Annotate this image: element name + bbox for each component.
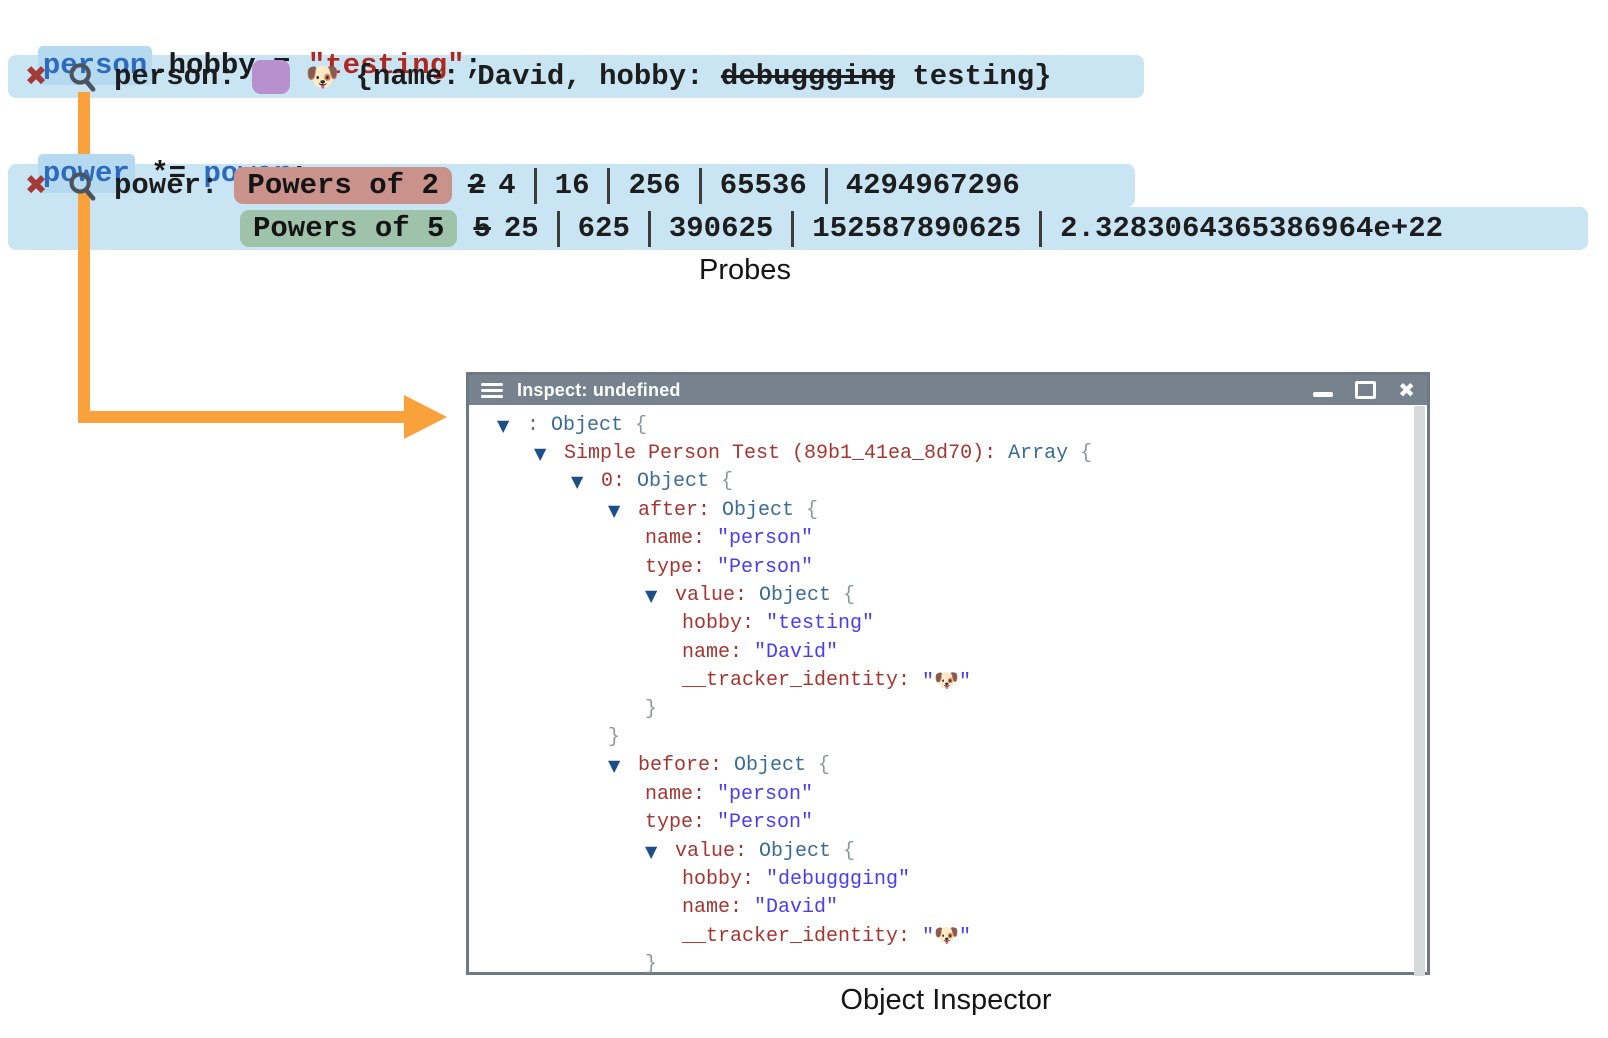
menu-hamburger-icon[interactable]: [481, 383, 503, 398]
probe-label: person:: [114, 60, 236, 93]
value-separator: [825, 168, 828, 204]
collapse-triangle-icon[interactable]: [645, 586, 675, 605]
remove-probe-icon[interactable]: [22, 61, 50, 92]
old-value: 5: [473, 212, 490, 245]
inspect-magnifier-icon[interactable]: [66, 60, 98, 94]
collapse-triangle-icon[interactable]: [497, 416, 527, 435]
value: 2.3283064365386964e+22: [1060, 212, 1443, 245]
value: 625: [578, 212, 630, 245]
tree-row[interactable]: hobby: "testing": [469, 610, 1427, 638]
value: 16: [555, 169, 590, 202]
value-separator: [791, 211, 794, 247]
collapse-triangle-icon[interactable]: [608, 756, 638, 775]
collapse-triangle-icon[interactable]: [645, 842, 675, 861]
inspector-tree[interactable]: : Object { Simple Person Test (89b1_41ea…: [469, 405, 1427, 978]
value-separator: [534, 168, 537, 204]
scrollbar[interactable]: [1414, 406, 1425, 976]
value-separator: [607, 168, 610, 204]
series-chip-powers-of-2[interactable]: Powers of 2: [234, 167, 451, 204]
probe-value: {name: David, hobby: debuggging testing}: [355, 60, 1051, 93]
value: 152587890625: [812, 212, 1021, 245]
dog-emoji-icon: 🐶: [306, 61, 340, 93]
tree-row[interactable]: name: "David": [469, 894, 1427, 922]
value: 25: [504, 212, 539, 245]
identity-color-swatch[interactable]: [252, 60, 290, 94]
probe-power-row-powers-of-5: Powers of 5 5 25 625 390625 152587890625…: [8, 207, 1588, 250]
tree-row[interactable]: name: "person": [469, 780, 1427, 808]
tree-row[interactable]: value: Object {: [469, 837, 1427, 865]
tree-row[interactable]: type: "Person": [469, 808, 1427, 836]
value-separator: [557, 211, 560, 247]
minimize-icon[interactable]: [1313, 392, 1333, 397]
window-controls: [1313, 378, 1415, 402]
series-chip-powers-of-5[interactable]: Powers of 5: [240, 210, 457, 247]
value: 4294967296: [846, 169, 1020, 202]
value: 65536: [720, 169, 807, 202]
remove-probe-icon[interactable]: [22, 170, 50, 201]
value: 4: [498, 169, 515, 202]
old-value: 2: [468, 169, 485, 202]
probe-label: power:: [114, 169, 218, 202]
tree-row[interactable]: : Object {: [469, 411, 1427, 439]
tree-row[interactable]: 0: Object {: [469, 468, 1427, 496]
probe-person: person: 🐶 {name: David, hobby: debugggin…: [8, 55, 1144, 98]
collapse-triangle-icon[interactable]: [608, 501, 638, 520]
probe-values: 2 4 16 256 65536 4294967296: [468, 168, 1020, 204]
tree-row[interactable]: __tracker_identity: "🐶": [469, 922, 1427, 950]
collapse-triangle-icon[interactable]: [571, 472, 601, 491]
tree-row[interactable]: type: "Person": [469, 553, 1427, 581]
window-titlebar[interactable]: Inspect: undefined: [469, 375, 1427, 405]
value: 390625: [669, 212, 773, 245]
value: 256: [628, 169, 680, 202]
tree-row[interactable]: hobby: "debuggging": [469, 865, 1427, 893]
value-separator: [1039, 211, 1042, 247]
object-inspector-caption: Object Inspector: [840, 984, 1051, 1017]
arrow-head-icon: [404, 395, 447, 439]
window-title: Inspect: undefined: [517, 380, 681, 401]
tree-row[interactable]: before: Object {: [469, 752, 1427, 780]
object-inspector-window: Inspect: undefined : Object { Simple Per…: [466, 372, 1430, 975]
tree-row[interactable]: }: [469, 695, 1427, 723]
inspect-magnifier-icon[interactable]: [66, 169, 98, 203]
tree-row[interactable]: }: [469, 950, 1427, 978]
tree-row[interactable]: name: "David": [469, 638, 1427, 666]
tree-row[interactable]: value: Object {: [469, 581, 1427, 609]
old-value: debuggging: [721, 60, 895, 93]
maximize-icon[interactable]: [1355, 381, 1376, 399]
tree-row[interactable]: Simple Person Test (89b1_41ea_8d70): Arr…: [469, 439, 1427, 467]
tree-row[interactable]: name: "person": [469, 525, 1427, 553]
value-separator: [699, 168, 702, 204]
close-icon[interactable]: [1398, 378, 1415, 402]
tree-row[interactable]: }: [469, 723, 1427, 751]
probe-power-row-powers-of-2: power: Powers of 2 2 4 16 256 65536 4294…: [8, 164, 1135, 207]
tree-row[interactable]: after: Object {: [469, 496, 1427, 524]
probe-values: 5 25 625 390625 152587890625 2.328306436…: [473, 211, 1443, 247]
tree-row[interactable]: __tracker_identity: "🐶": [469, 667, 1427, 695]
arrow-horizontal-segment: [78, 411, 406, 423]
new-value: testing}: [895, 60, 1052, 93]
collapse-triangle-icon[interactable]: [534, 444, 564, 463]
value-separator: [648, 211, 651, 247]
probes-caption: Probes: [699, 254, 791, 287]
